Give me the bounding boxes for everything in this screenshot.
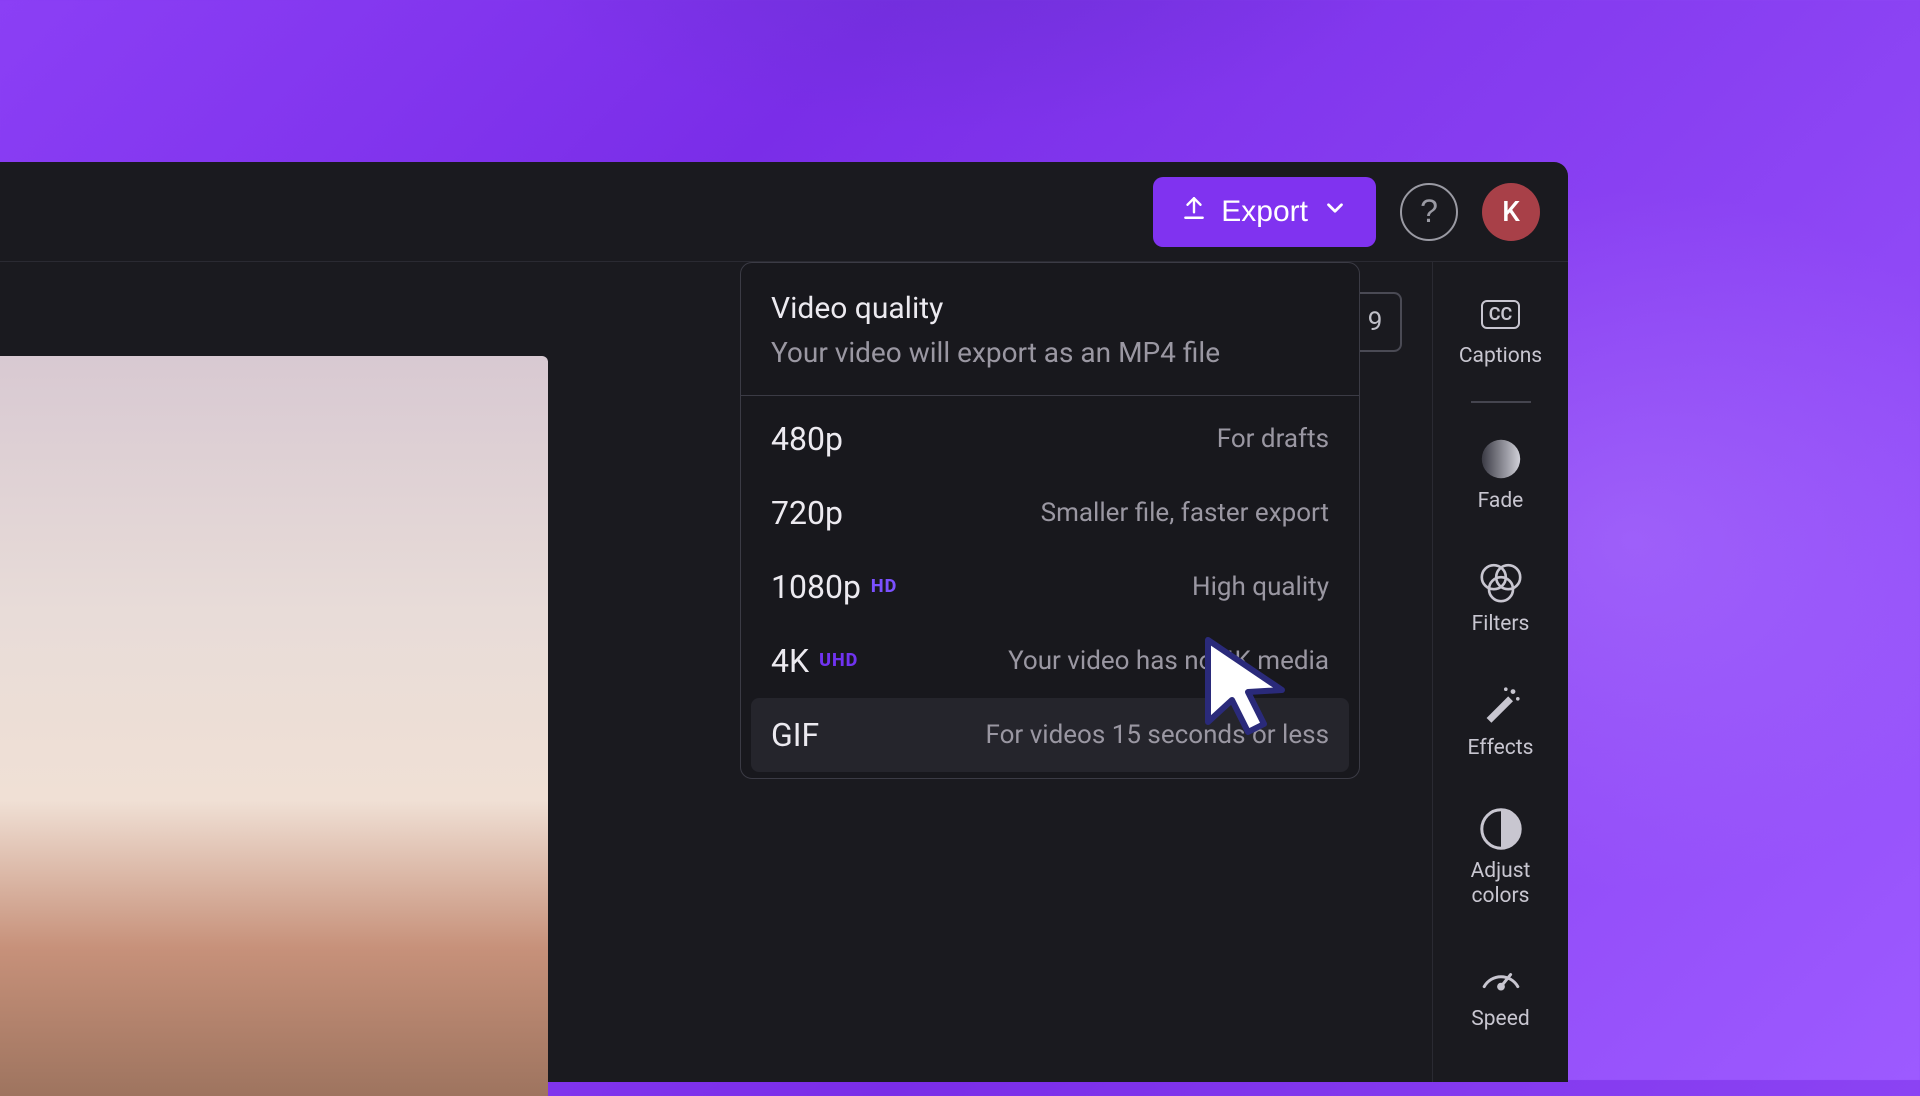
quality-desc: Your video has no 4K media (1008, 646, 1329, 676)
export-quality-dropdown: Video quality Your video will export as … (740, 262, 1360, 779)
upload-icon (1181, 193, 1207, 231)
quality-option-1080p[interactable]: 1080p HD High quality (741, 550, 1359, 624)
quality-label: GIF (771, 716, 819, 754)
quality-label: 1080p (771, 568, 861, 606)
fade-icon (1477, 439, 1525, 479)
hd-badge: HD (871, 576, 897, 597)
sidebar-item-label: Filters (1472, 612, 1530, 637)
sidebar-item-label: Adjust colors (1471, 859, 1531, 909)
adjust-colors-icon (1477, 809, 1525, 849)
sidebar-item-speed[interactable]: Speed (1433, 953, 1568, 1036)
dropdown-title: Video quality (771, 291, 1329, 326)
sidebar-item-label: Effects (1468, 736, 1534, 761)
quality-label: 4K (771, 642, 809, 680)
quality-option-gif[interactable]: GIF For videos 15 seconds or less (751, 698, 1349, 772)
quality-desc: Smaller file, faster export (1041, 498, 1329, 528)
dropdown-list: 480p For drafts 720p Smaller file, faste… (741, 396, 1359, 778)
quality-label: 720p (771, 494, 843, 532)
app-window: Export ? K 9 Video quality Your video wi… (0, 162, 1568, 1082)
sidebar-divider (1471, 401, 1531, 403)
filters-icon (1477, 562, 1525, 602)
quality-label: 480p (771, 420, 843, 458)
avatar-initial: K (1502, 195, 1520, 228)
help-icon: ? (1420, 193, 1438, 230)
video-preview (0, 356, 548, 1096)
sidebar-item-label: Captions (1459, 344, 1542, 369)
export-label: Export (1221, 195, 1308, 229)
quality-desc: High quality (1192, 572, 1329, 602)
sidebar-item-label: Speed (1471, 1007, 1529, 1032)
sidebar-item-label: Fade (1478, 489, 1524, 514)
sidebar-item-captions[interactable]: CC Captions (1433, 290, 1568, 373)
effects-icon (1477, 686, 1525, 726)
topbar: Export ? K (0, 162, 1568, 262)
sidebar-item-fade[interactable]: Fade (1433, 435, 1568, 518)
dropdown-subtitle: Your video will export as an MP4 file (771, 336, 1329, 369)
sidebar-item-filters[interactable]: Filters (1433, 558, 1568, 641)
captions-icon: CC (1477, 294, 1525, 334)
speed-icon (1477, 957, 1525, 997)
chevron-down-icon (1322, 193, 1348, 231)
export-button[interactable]: Export (1153, 177, 1376, 247)
quality-desc: For videos 15 seconds or less (986, 720, 1330, 750)
avatar[interactable]: K (1482, 183, 1540, 241)
sidebar-item-adjust-colors[interactable]: Adjust colors (1433, 805, 1568, 913)
help-button[interactable]: ? (1400, 183, 1458, 241)
quality-desc: For drafts (1217, 424, 1329, 454)
quality-option-480p[interactable]: 480p For drafts (741, 402, 1359, 476)
quality-option-4k[interactable]: 4K UHD Your video has no 4K media (741, 624, 1359, 698)
sidebar-item-effects[interactable]: Effects (1433, 682, 1568, 765)
right-sidebar: CC Captions Fade Filters Effects (1432, 262, 1568, 1082)
quality-option-720p[interactable]: 720p Smaller file, faster export (741, 476, 1359, 550)
dropdown-header: Video quality Your video will export as … (741, 263, 1359, 396)
uhd-badge: UHD (819, 650, 858, 671)
